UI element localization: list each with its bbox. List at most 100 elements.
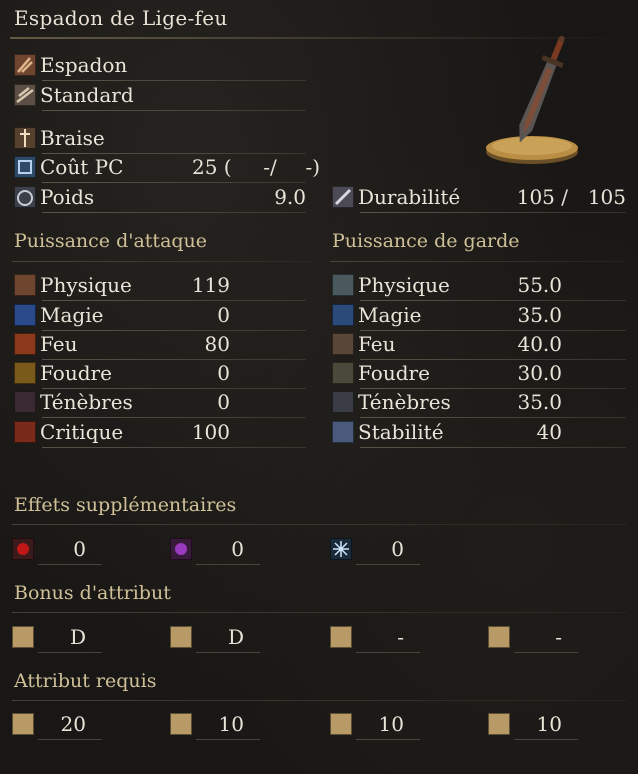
weapon-image xyxy=(482,30,582,170)
attack-label: Foudre xyxy=(40,361,112,385)
dexterity-icon xyxy=(170,713,192,735)
guard-value: 35.0 xyxy=(517,303,562,327)
scaling-item: D xyxy=(12,625,102,653)
weapon-title: Espadon de Lige-feu xyxy=(14,6,228,30)
guard-row: Ténèbres 35.0 xyxy=(332,389,626,418)
durability-current: 105 / xyxy=(516,185,568,209)
requirement-item: 20 xyxy=(12,712,102,740)
faith-icon xyxy=(488,626,510,648)
attack-row: Feu 80 xyxy=(14,331,306,360)
attack-type-label: Standard xyxy=(40,83,134,107)
magic-guard-icon xyxy=(332,304,354,326)
durability-icon xyxy=(332,186,354,208)
guard-row: Foudre 30.0 xyxy=(332,360,626,389)
effect-value: 0 xyxy=(391,537,404,561)
fp-cost-row: Coût PC 25 ( -/ -) xyxy=(14,154,320,183)
effect-value: 0 xyxy=(73,537,86,561)
attack-type-row: Standard xyxy=(14,82,306,111)
guard-row: Magie 35.0 xyxy=(332,302,626,331)
attack-type-icon xyxy=(14,84,36,106)
attack-row: Ténèbres 0 xyxy=(14,389,306,418)
weight-icon xyxy=(14,186,36,208)
guard-value: 55.0 xyxy=(517,273,562,297)
guard-label: Magie xyxy=(358,303,422,327)
effect-item: 0 xyxy=(12,537,102,565)
fire-attack-icon xyxy=(14,333,36,355)
bleed-icon xyxy=(12,538,34,560)
guard-power-header: Puissance de garde xyxy=(332,230,520,252)
weapon-type-icon xyxy=(14,54,36,76)
guard-label: Foudre xyxy=(358,361,430,385)
requirement-value: 20 xyxy=(60,712,86,736)
durability-label: Durabilité xyxy=(358,185,461,209)
scaling-item: - xyxy=(330,625,420,653)
attack-value: 0 xyxy=(217,361,230,385)
physical-attack-icon xyxy=(14,274,36,296)
skill-label: Braise xyxy=(40,126,105,150)
strength-icon xyxy=(12,626,34,648)
guard-label: Physique xyxy=(358,273,450,297)
lightning-attack-icon xyxy=(14,362,36,384)
guard-label: Stabilité xyxy=(358,420,444,444)
durability-row: Durabilité 105 / 105 xyxy=(332,184,626,213)
fp-cost-icon xyxy=(14,156,36,178)
critical-icon xyxy=(14,421,36,443)
requirement-item: 10 xyxy=(488,712,578,740)
dark-guard-icon xyxy=(332,391,354,413)
requirement-item: 10 xyxy=(170,712,260,740)
fire-guard-icon xyxy=(332,333,354,355)
guard-value: 40 xyxy=(536,420,562,444)
fp-cost-mid: -/ xyxy=(263,155,277,179)
weight-row: Poids 9.0 xyxy=(14,184,306,213)
fp-cost-label: Coût PC xyxy=(40,155,124,179)
guard-row: Feu 40.0 xyxy=(332,331,626,360)
scaling-value: - xyxy=(555,625,562,649)
physical-guard-icon xyxy=(332,274,354,296)
frost-icon xyxy=(330,538,352,560)
scaling-value: - xyxy=(397,625,404,649)
attack-value: 80 xyxy=(204,332,230,356)
stability-icon xyxy=(332,421,354,443)
guard-value: 30.0 xyxy=(517,361,562,385)
durability-max: 105 xyxy=(587,185,626,209)
fp-cost-end: -) xyxy=(305,155,320,179)
effects-header: Effets supplémentaires xyxy=(14,494,237,516)
weapon-type-row: Espadon xyxy=(14,52,306,81)
attack-power-header: Puissance d'attaque xyxy=(14,230,208,252)
scaling-value: D xyxy=(227,625,244,649)
weight-value: 9.0 xyxy=(274,185,306,209)
strength-icon xyxy=(12,713,34,735)
scaling-header: Bonus d'attribut xyxy=(14,582,171,604)
attack-label: Critique xyxy=(40,420,124,444)
lightning-guard-icon xyxy=(332,362,354,384)
guard-row: Stabilité 40 xyxy=(332,419,626,448)
requirement-value: 10 xyxy=(218,712,244,736)
poison-icon xyxy=(170,538,192,560)
attack-value: 0 xyxy=(217,390,230,414)
dark-attack-icon xyxy=(14,391,36,413)
intelligence-icon xyxy=(330,713,352,735)
intelligence-icon xyxy=(330,626,352,648)
guard-label: Ténèbres xyxy=(358,390,451,414)
attack-row: Critique 100 xyxy=(14,419,306,448)
attack-row: Foudre 0 xyxy=(14,360,306,389)
guard-value: 40.0 xyxy=(517,332,562,356)
attack-label: Ténèbres xyxy=(40,390,133,414)
attack-label: Physique xyxy=(40,273,132,297)
requirements-header: Attribut requis xyxy=(14,670,157,692)
magic-attack-icon xyxy=(14,304,36,326)
attack-row: Magie 0 xyxy=(14,302,306,331)
guard-value: 35.0 xyxy=(517,390,562,414)
skill-row: Braise xyxy=(14,125,306,154)
effect-value: 0 xyxy=(231,537,244,561)
weapon-type-label: Espadon xyxy=(40,53,128,77)
requirement-item: 10 xyxy=(330,712,420,740)
faith-icon xyxy=(488,713,510,735)
guard-row: Physique 55.0 xyxy=(332,272,626,301)
dexterity-icon xyxy=(170,626,192,648)
effect-item: 0 xyxy=(170,537,260,565)
requirement-value: 10 xyxy=(536,712,562,736)
weight-label: Poids xyxy=(40,185,95,209)
effect-item: 0 xyxy=(330,537,420,565)
skill-icon xyxy=(14,127,36,149)
